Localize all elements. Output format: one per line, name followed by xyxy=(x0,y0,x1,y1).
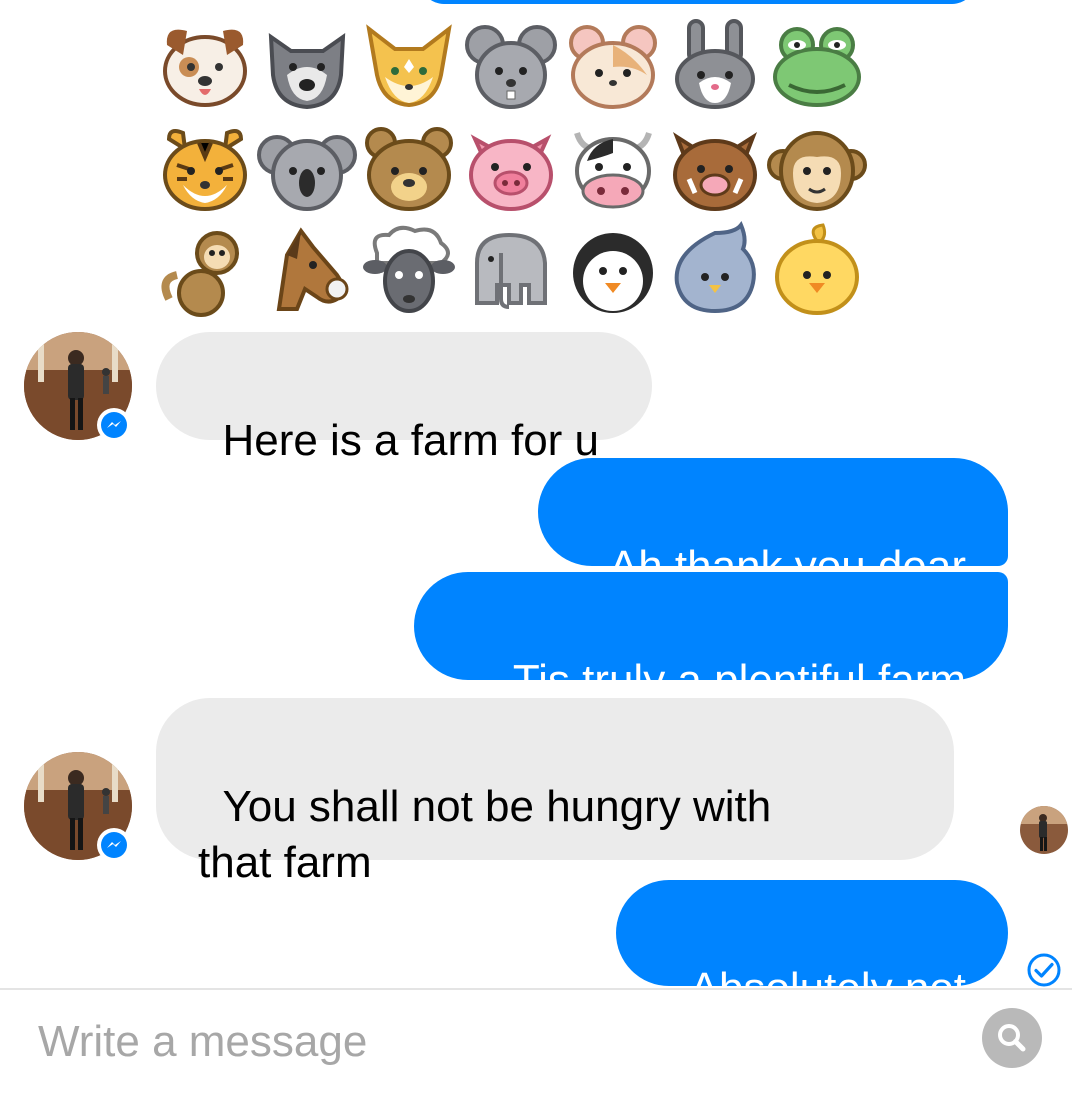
wolf-face-icon xyxy=(256,14,358,116)
search-icon xyxy=(998,1024,1026,1052)
fox-face-icon xyxy=(358,14,460,116)
message-bubble-outgoing[interactable]: Absolutely not xyxy=(616,880,1008,1013)
koala-face-icon xyxy=(256,116,358,218)
message-text: You shall not be hungry with that farm xyxy=(198,782,772,887)
message-text: Here is a farm for u xyxy=(222,416,600,465)
message-bubble-outgoing[interactable]: Tis truly a plentiful farm xyxy=(414,572,1008,705)
hamster-face-icon xyxy=(562,14,664,116)
monkey-face-icon xyxy=(766,116,868,218)
monkey-icon xyxy=(154,218,256,320)
bird-icon xyxy=(664,218,766,320)
messenger-badge-icon xyxy=(97,408,131,442)
previous-message-bubble[interactable] xyxy=(420,0,976,4)
cow-face-icon xyxy=(562,116,664,218)
dog-face-icon xyxy=(154,14,256,116)
message-bubble-incoming[interactable]: Here is a farm for u xyxy=(156,332,652,465)
bear-face-icon xyxy=(358,116,460,218)
check-circle-icon xyxy=(1027,953,1061,987)
seen-avatar-icon xyxy=(1020,806,1068,854)
penguin-icon xyxy=(562,218,664,320)
elephant-icon xyxy=(460,218,562,320)
horse-face-icon xyxy=(256,218,358,320)
boar-face-icon xyxy=(664,116,766,218)
chick-icon xyxy=(766,218,868,320)
search-button[interactable] xyxy=(982,1008,1042,1068)
animal-sticker-grid[interactable] xyxy=(154,14,874,320)
frog-face-icon xyxy=(766,14,868,116)
rabbit-face-icon xyxy=(664,14,766,116)
messenger-badge-icon xyxy=(97,828,131,862)
pig-face-icon xyxy=(460,116,562,218)
message-bubble-outgoing[interactable]: Ah thank you dear xyxy=(538,458,1008,591)
tiger-face-icon xyxy=(154,116,256,218)
mouse-face-icon xyxy=(460,14,562,116)
message-input[interactable] xyxy=(38,990,938,1094)
message-composer xyxy=(0,988,1072,1094)
sheep-face-icon xyxy=(358,218,460,320)
message-bubble-incoming[interactable]: You shall not be hungry with that farm xyxy=(156,698,954,887)
